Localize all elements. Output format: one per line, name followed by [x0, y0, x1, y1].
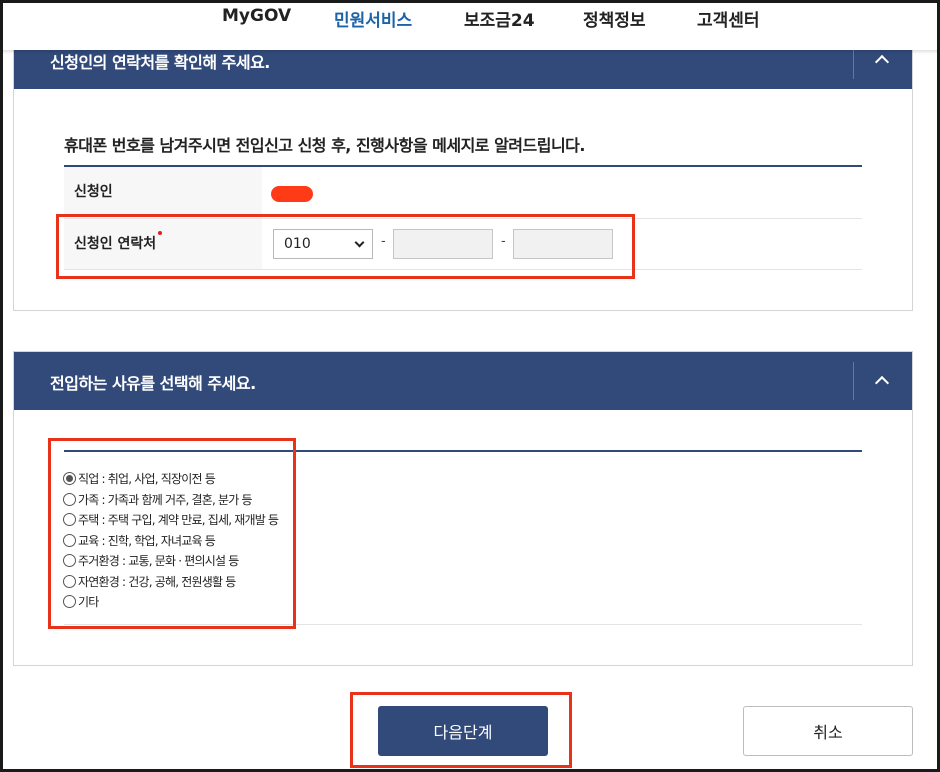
reason-option-label: 기타 [78, 594, 99, 609]
radio-button-icon[interactable] [63, 512, 76, 526]
nav-item-customer-center[interactable]: 고객센터 [697, 6, 760, 31]
radio-button-icon[interactable] [63, 594, 76, 608]
reason-option[interactable]: 자연환경 : 건강, 공해, 전원생활 등 [63, 572, 236, 590]
reason-option[interactable]: 직업 : 취업, 사업, 직장이전 등 [63, 469, 216, 487]
reason-option-label: 가족 : 가족과 함께 거주, 결혼, 분가 등 [78, 492, 253, 507]
reason-option-label: 직업 : 취업, 사업, 직장이전 등 [78, 471, 216, 486]
phone-prefix-value: 010 [284, 236, 311, 252]
required-indicator [158, 231, 162, 235]
contact-intro-text: 휴대폰 번호를 남겨주시면 전입신고 신청 후, 진행사항을 메세지로 알려드립… [64, 136, 585, 155]
phone-last-input[interactable] [513, 229, 613, 259]
header-divider [853, 362, 854, 400]
reason-option-label: 교육 : 진학, 학업, 자녀교육 등 [78, 533, 216, 548]
reason-section-header: 전입하는 사유를 선택해 주세요. [14, 352, 912, 410]
reason-option-label: 주택 : 주택 구입, 계약 만료, 집세, 재개발 등 [78, 512, 279, 527]
contact-section-toggle[interactable] [870, 47, 894, 71]
reason-option[interactable]: 주택 : 주택 구입, 계약 만료, 집세, 재개발 등 [63, 510, 279, 528]
reason-option[interactable]: 가족 : 가족과 함께 거주, 결혼, 분가 등 [63, 490, 253, 508]
phone-prefix-select[interactable]: 010 [273, 229, 373, 259]
contact-section-title: 신청인의 연락처를 확인해 주세요. [50, 53, 270, 72]
chevron-down-icon [354, 237, 365, 248]
reason-section: 전입하는 사유를 선택해 주세요. [13, 351, 913, 666]
reason-option[interactable]: 교육 : 진학, 학업, 자녀교육 등 [63, 531, 216, 549]
next-step-button[interactable]: 다음단계 [378, 706, 548, 756]
reason-option-label: 자연환경 : 건강, 공해, 전원생활 등 [78, 574, 236, 589]
radio-button-icon[interactable] [63, 574, 76, 588]
reason-top-rule [64, 450, 862, 452]
reason-option[interactable]: 주거환경 : 교통, 문화 · 편의시설 등 [63, 551, 239, 569]
radio-button-icon[interactable] [63, 533, 76, 547]
reason-option-label: 주거환경 : 교통, 문화 · 편의시설 등 [78, 553, 239, 568]
radio-button-icon[interactable] [63, 471, 76, 485]
nav-item-civil-service[interactable]: 민원서비스 [334, 6, 412, 31]
nav-item-mygov[interactable]: MyGOV [222, 6, 291, 26]
phone-middle-input[interactable] [393, 229, 493, 259]
reason-section-title: 전입하는 사유를 선택해 주세요. [50, 374, 256, 393]
reason-option[interactable]: 기타 [63, 592, 99, 610]
reason-section-toggle[interactable] [870, 368, 894, 392]
top-nav: MyGOV 민원서비스 보조금24 정책정보 고객센터 [0, 0, 940, 50]
applicant-label: 신청인 [64, 167, 262, 218]
cancel-button[interactable]: 취소 [743, 706, 913, 756]
reason-bottom-rule [64, 624, 862, 625]
radio-button-icon[interactable] [63, 492, 76, 506]
phone-separator: - [501, 234, 506, 249]
radio-button-icon[interactable] [63, 553, 76, 567]
phone-separator: - [381, 234, 386, 249]
nav-item-subsidy24[interactable]: 보조금24 [464, 6, 535, 31]
chevron-up-icon [874, 375, 890, 390]
chevron-up-icon [874, 54, 890, 69]
applicant-name-redacted [271, 186, 313, 202]
phone-label: 신청인 연락처 [64, 219, 262, 269]
nav-item-policy-info[interactable]: 정책정보 [583, 6, 646, 31]
row-divider [64, 269, 862, 270]
